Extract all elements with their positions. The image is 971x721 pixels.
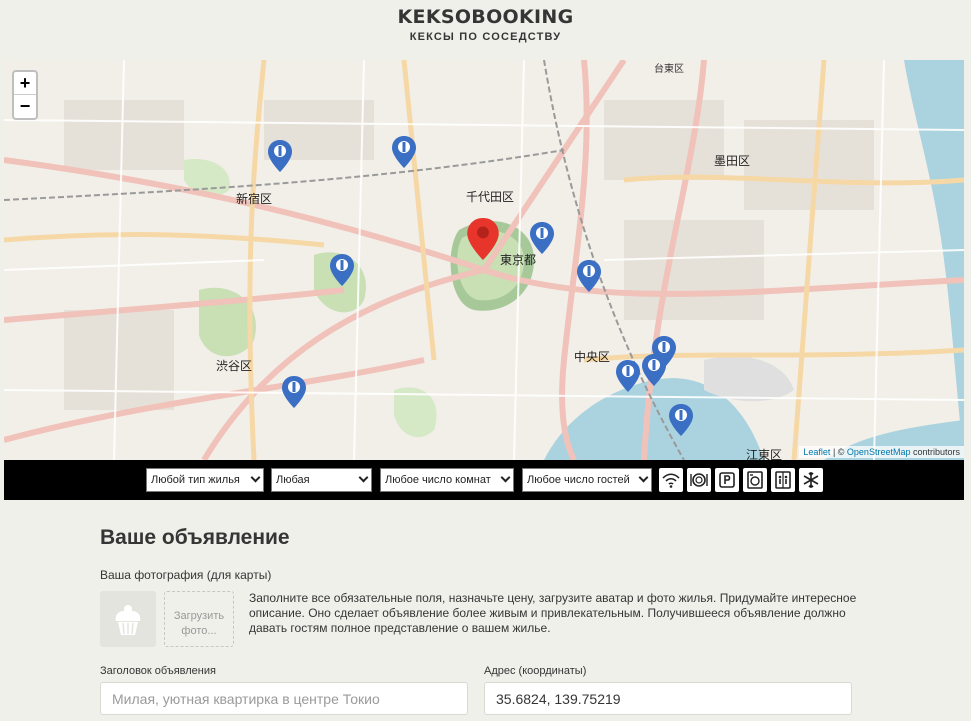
title-label: Заголовок объявления bbox=[100, 665, 216, 677]
map-pin[interactable] bbox=[577, 260, 601, 292]
map-pin[interactable] bbox=[282, 376, 306, 408]
title-input[interactable] bbox=[100, 682, 468, 715]
zoom-control: + − bbox=[12, 70, 38, 120]
map-label: 渋谷区 bbox=[216, 359, 253, 373]
dishwasher-icon bbox=[690, 473, 708, 487]
map[interactable]: + − 新宿区 千代田区 東京都 墨田区 中央区 渋谷区 江東区 台東区 Lea… bbox=[4, 60, 964, 460]
form-title: Ваше объявление bbox=[100, 526, 290, 549]
guests-value: Любое число гостей bbox=[527, 474, 630, 486]
map-label: 台東区 bbox=[654, 64, 684, 75]
map-attribution: Leaflet | © OpenStreetMap contributors bbox=[799, 446, 964, 458]
conditioner-icon bbox=[803, 472, 819, 488]
map-tiles bbox=[4, 60, 964, 460]
avatar-upload-button[interactable]: Загрузить фото... bbox=[164, 591, 234, 647]
map-pin[interactable] bbox=[616, 360, 640, 392]
map-label: 中央区 bbox=[574, 350, 611, 364]
zoom-out-button[interactable]: − bbox=[14, 95, 36, 118]
parking-icon bbox=[719, 472, 735, 488]
feature-wifi[interactable] bbox=[659, 468, 683, 492]
washer-icon bbox=[747, 471, 763, 489]
rooms-value: Любое число комнат bbox=[385, 474, 491, 486]
rooms-select[interactable]: Любое число комнат bbox=[380, 468, 514, 492]
attribution-suffix: contributors bbox=[910, 447, 960, 457]
map-pin[interactable] bbox=[392, 136, 416, 168]
zoom-in-button[interactable]: + bbox=[14, 72, 36, 95]
feature-conditioner[interactable] bbox=[799, 468, 823, 492]
map-pin[interactable] bbox=[669, 404, 693, 436]
photo-label: Ваша фотография (для карты) bbox=[100, 568, 272, 582]
avatar-preview bbox=[100, 591, 156, 647]
leaflet-link[interactable]: Leaflet bbox=[803, 447, 830, 457]
tagline: КЕКСЫ ПО СОСЕДСТВУ bbox=[409, 31, 562, 43]
housing-type-select[interactable]: Любой тип жилья bbox=[146, 468, 264, 492]
map-label: 墨田区 bbox=[714, 154, 751, 168]
form-hint: Заполните все обязательные поля, назначь… bbox=[249, 591, 857, 635]
chevron-down-icon bbox=[638, 472, 649, 483]
chevron-down-icon bbox=[358, 472, 369, 483]
main-pin[interactable] bbox=[467, 218, 499, 260]
guests-select[interactable]: Любое число гостей bbox=[522, 468, 652, 492]
address-input[interactable] bbox=[484, 682, 852, 715]
chevron-down-icon bbox=[500, 472, 511, 483]
map-pin[interactable] bbox=[530, 222, 554, 254]
map-label: 江東区 bbox=[746, 448, 783, 460]
map-label: 千代田区 bbox=[466, 190, 515, 204]
feature-dishwasher[interactable] bbox=[687, 468, 711, 492]
map-pin[interactable] bbox=[330, 254, 354, 286]
map-label: 新宿区 bbox=[236, 192, 273, 206]
price-value: Любая bbox=[276, 474, 310, 486]
elevator-icon bbox=[775, 471, 791, 489]
feature-parking[interactable] bbox=[715, 468, 739, 492]
attribution-separator: | © bbox=[830, 447, 847, 457]
feature-elevator[interactable] bbox=[771, 468, 795, 492]
housing-type-value: Любой тип жилья bbox=[151, 474, 240, 486]
osm-link[interactable]: OpenStreetMap bbox=[847, 447, 911, 457]
feature-washer[interactable] bbox=[743, 468, 767, 492]
header: KEKSOBOOKING КЕКСЫ ПО СОСЕДСТВУ bbox=[0, 0, 971, 60]
filters-bar: Любой тип жилья Любая Любое число комнат… bbox=[4, 460, 964, 500]
chevron-down-icon bbox=[250, 472, 261, 483]
map-pin[interactable] bbox=[268, 140, 292, 172]
address-label: Адрес (координаты) bbox=[484, 665, 587, 677]
logo: KEKSOBOOKING bbox=[397, 6, 574, 28]
price-select[interactable]: Любая bbox=[271, 468, 372, 492]
wifi-icon bbox=[662, 473, 680, 488]
map-pin[interactable] bbox=[642, 354, 666, 386]
muffin-icon bbox=[115, 605, 141, 635]
